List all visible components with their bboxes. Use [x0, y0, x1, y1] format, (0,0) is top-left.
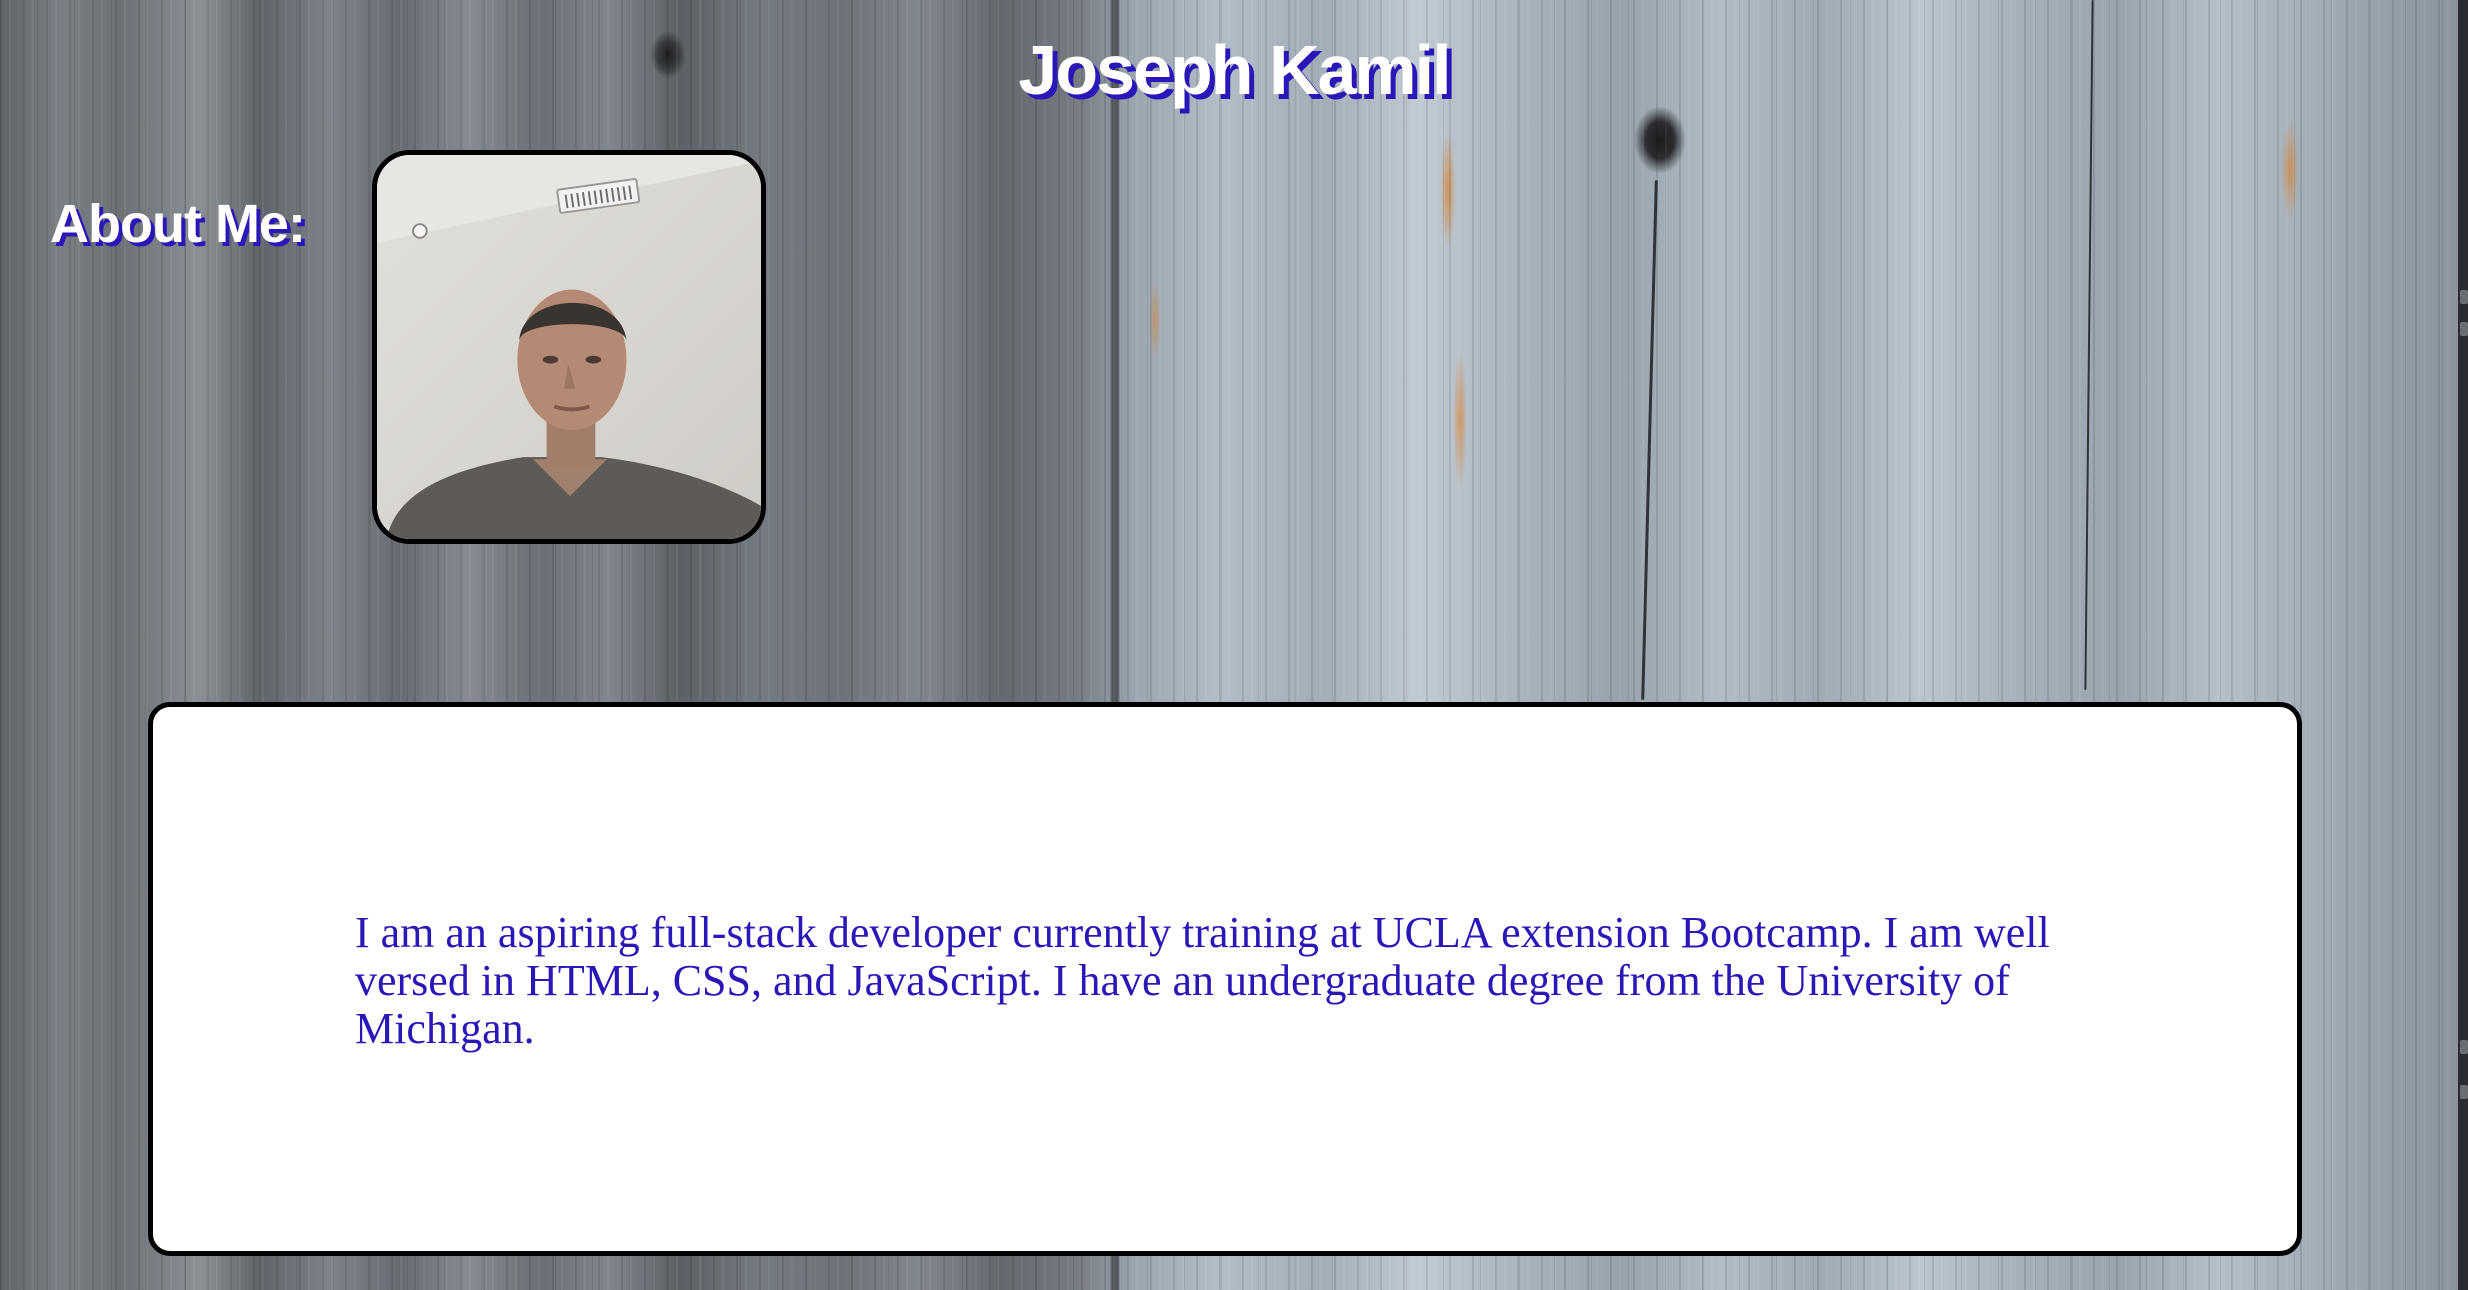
portrait-image	[377, 155, 761, 539]
about-heading: About Me:	[50, 194, 306, 254]
edge-marker	[2460, 1085, 2468, 1099]
window-edge	[2458, 0, 2468, 1290]
page-title: Joseph Kamil	[1018, 31, 1451, 109]
bio-card: I am an aspiring full-stack developer cu…	[148, 702, 2302, 1256]
edge-marker	[2460, 1040, 2468, 1054]
wood-crack	[1641, 180, 1658, 700]
edge-marker	[2460, 290, 2468, 304]
profile-photo	[372, 150, 766, 544]
bio-text: I am an aspiring full-stack developer cu…	[355, 908, 2050, 1053]
edge-marker	[2460, 322, 2468, 336]
